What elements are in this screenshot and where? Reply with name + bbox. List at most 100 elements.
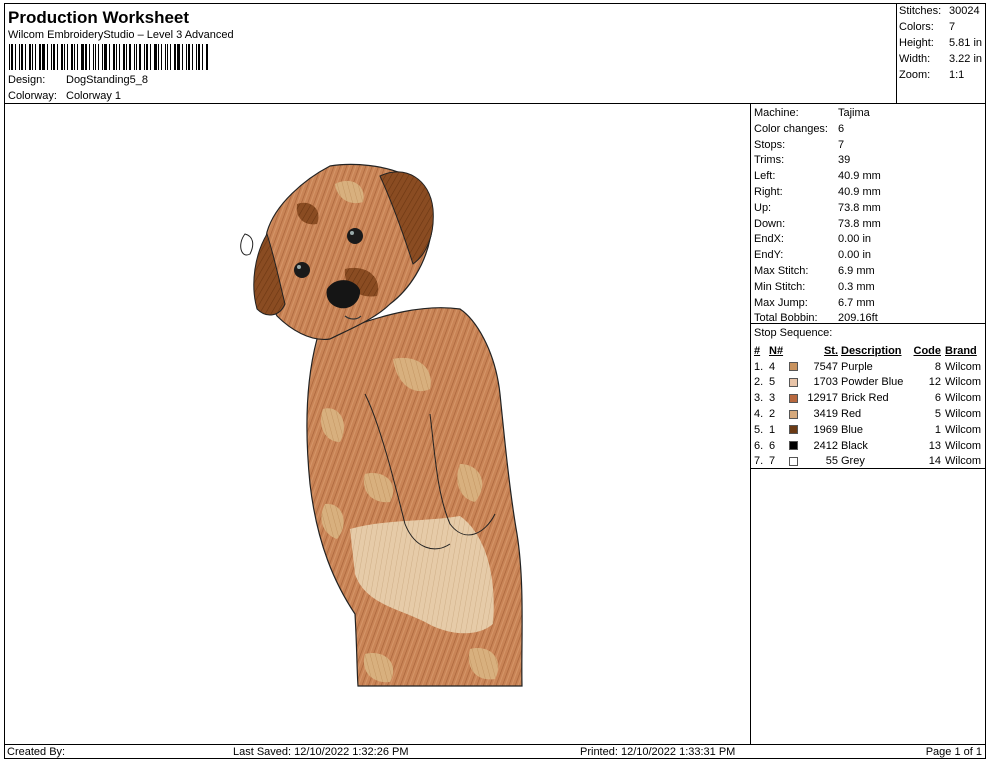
eye-highlight (297, 265, 301, 269)
stop-n: 5 (769, 376, 776, 389)
stop-sequence-title: Stop Sequence: (754, 327, 833, 339)
machine-info-label: Max Jump: (754, 296, 808, 309)
stop-num: 7. (754, 455, 764, 468)
stop-table-header: # N# St. Description Code Brand (751, 343, 985, 359)
barcode-bar (64, 44, 66, 70)
stop-num: 2. (754, 376, 764, 389)
stop-row: 5. 1 1969 Blue 1 Wilcom (751, 422, 985, 438)
machine-info-value: 0.00 in (838, 233, 872, 246)
machine-info-label: Machine: (754, 107, 799, 119)
embroidery-dog-image (240, 163, 523, 687)
color-swatch (789, 378, 798, 388)
barcode-bar (170, 44, 172, 70)
stop-brand: Wilcom (945, 392, 982, 405)
barcode-bar (39, 44, 42, 70)
machine-info-label: Min Stitch: (754, 280, 806, 293)
stop-n: 3 (769, 392, 776, 405)
stop-desc: Purple (841, 360, 873, 373)
stop-desc: Brick Red (841, 392, 889, 405)
barcode-bar (185, 44, 187, 70)
barcode-bar (29, 44, 32, 70)
stop-desc: Red (841, 408, 862, 421)
barcode-bar (35, 44, 37, 70)
barcode-bar (167, 44, 169, 70)
colorway-label: Colorway: (8, 90, 57, 102)
stop-brand: Wilcom (945, 455, 982, 468)
machine-info-label: Color changes: (754, 122, 828, 135)
barcode-bar (191, 44, 193, 70)
barcode-bar (177, 44, 180, 70)
barcode-bar (42, 44, 45, 70)
barcode-bar (109, 44, 110, 70)
stop-desc: Black (841, 439, 868, 452)
machine-info-value: 39 (838, 154, 851, 167)
barcode-bar (195, 44, 197, 70)
stop-st: 2412 (813, 439, 838, 452)
barcode-bar (50, 44, 52, 70)
barcode-bar (125, 44, 127, 70)
barcode-bar (56, 44, 58, 70)
color-swatch (789, 409, 798, 419)
barcode-bar (80, 44, 84, 70)
color-swatch (789, 457, 798, 467)
barcode-bar (181, 44, 183, 70)
machine-info-value: 7 (838, 138, 845, 151)
stop-brand: Wilcom (945, 423, 982, 436)
stop-code: 14 (928, 455, 941, 468)
barcode-bar (118, 44, 120, 70)
barcode-bar (102, 44, 104, 70)
barcode-bar (9, 44, 10, 70)
barcode-bar (14, 44, 16, 70)
machine-info-value: 40.9 mm (838, 170, 881, 183)
barcode-bar (25, 44, 27, 70)
page-title: Production Worksheet (8, 8, 190, 27)
machine-info-label: Left: (754, 170, 776, 183)
color-swatch (789, 425, 798, 435)
barcode-bar (187, 44, 190, 70)
stop-num: 1. (754, 360, 764, 373)
barcode-bar (146, 44, 148, 70)
stop-st: 1703 (813, 376, 838, 389)
stop-num: 6. (754, 439, 764, 452)
dog-whisker-outline (240, 233, 254, 256)
stop-n: 2 (769, 408, 776, 421)
machine-info-label: Right: (754, 186, 783, 198)
stop-brand: Wilcom (945, 376, 982, 389)
stop-row: 4. 2 3419 Red 5 Wilcom (751, 406, 985, 422)
col-needle: N# (769, 344, 784, 357)
barcode-bar (197, 44, 201, 70)
stop-st: 12917 (807, 392, 838, 405)
stop-row: 6. 6 2412 Black 13 Wilcom (751, 438, 985, 454)
color-swatch (789, 362, 798, 372)
barcode-bar (104, 44, 108, 70)
barcode-bar (128, 44, 132, 70)
machine-info-label: Stops: (754, 138, 786, 151)
col-num: # (754, 344, 761, 357)
barcode-bar (153, 44, 157, 70)
stop-n: 7 (769, 455, 776, 468)
dog-eye-right (347, 228, 363, 244)
stop-n: 4 (769, 360, 776, 373)
barcode-bar (202, 44, 204, 70)
stop-st: 55 (825, 455, 838, 468)
design-preview (5, 104, 751, 744)
barcode-bar (206, 44, 209, 70)
barcode-bar (115, 44, 117, 70)
eye-highlight (350, 231, 354, 235)
stop-code: 5 (934, 408, 941, 421)
worksheet-footer: Created By: Last Saved: 12/10/2022 1:32:… (5, 744, 985, 760)
page-number: Page 1 of 1 (925, 746, 982, 758)
barcode-bar (160, 44, 162, 70)
design-name: DogStanding5_8 (66, 74, 148, 86)
barcode-bar (52, 44, 55, 70)
machine-info-label: Down: (754, 217, 786, 230)
barcode-bar (77, 44, 78, 70)
worksheet-header: Production Worksheet Wilcom EmbroiderySt… (5, 4, 897, 104)
color-swatch (789, 393, 798, 403)
barcode-bar (136, 44, 138, 70)
barcode-bar (122, 44, 125, 70)
stop-sequence-table: # N# St. Description Code Brand 1. 4 7547 P… (751, 343, 985, 469)
stop-row: 7. 7 55 Grey 14 Wilcom (751, 454, 985, 470)
barcode-bar (94, 44, 97, 70)
barcode-bar (98, 44, 100, 70)
